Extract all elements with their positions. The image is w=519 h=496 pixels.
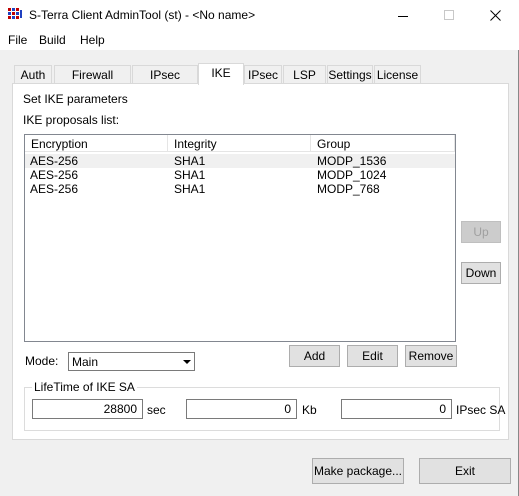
tab-ipsec-rules[interactable]: IPsec Rules xyxy=(132,65,198,96)
menu-bar: File Build Help xyxy=(0,30,519,50)
down-button[interactable]: Down xyxy=(461,262,501,284)
tab-license[interactable]: License xyxy=(374,65,421,84)
menu-help[interactable]: Help xyxy=(80,33,105,47)
ipsec-sa-unit-label: IPsec SA xyxy=(456,403,506,417)
app-logo-icon xyxy=(7,7,23,21)
column-header-integrity[interactable]: Integrity xyxy=(168,135,311,152)
make-package-button[interactable]: Make package... xyxy=(312,458,404,484)
lifetime-group-title: LifeTime of IKE SA xyxy=(32,380,137,394)
lifetime-seconds-field[interactable]: 28800 xyxy=(32,399,143,419)
cell-integrity: SHA1 xyxy=(174,154,206,168)
tab-firewall-rules[interactable]: Firewall Rules xyxy=(54,65,131,96)
proposals-list-label: IKE proposals list: xyxy=(23,113,120,127)
close-button[interactable] xyxy=(472,0,518,30)
cell-encryption: AES-256 xyxy=(30,168,79,182)
tab-ipsec[interactable]: IPsec xyxy=(244,65,282,84)
remove-button[interactable]: Remove xyxy=(405,345,457,367)
list-row[interactable]: AES-256 SHA1 MODP_1536 xyxy=(25,154,455,168)
cell-group: MODP_1536 xyxy=(317,154,387,168)
kilobytes-unit-label: Kb xyxy=(302,403,317,417)
add-button[interactable]: Add xyxy=(289,345,340,367)
close-icon xyxy=(489,9,501,21)
column-header-group[interactable]: Group xyxy=(311,135,455,152)
chevron-down-icon[interactable] xyxy=(178,353,194,370)
cell-integrity: SHA1 xyxy=(174,168,206,182)
mode-select[interactable]: Main xyxy=(68,352,195,371)
exit-button[interactable]: Exit xyxy=(419,458,511,484)
window-title: S-Terra Client AdminTool (st) - <No name… xyxy=(29,8,256,22)
tab-settings[interactable]: Settings xyxy=(327,65,373,84)
lifetime-ipsec-sa-field[interactable]: 0 xyxy=(341,399,452,419)
tab-ike[interactable]: IKE xyxy=(198,63,244,85)
maximize-icon xyxy=(444,10,454,20)
ike-proposals-list[interactable]: Encryption Integrity Group AES-256 SHA1 … xyxy=(24,134,456,342)
list-header: Encryption Integrity Group xyxy=(25,135,455,152)
section-heading: Set IKE parameters xyxy=(23,92,128,106)
cell-encryption: AES-256 xyxy=(30,182,79,196)
cell-group: MODP_1024 xyxy=(317,168,387,182)
app-window: S-Terra Client AdminTool (st) - <No name… xyxy=(0,0,519,496)
edit-button[interactable]: Edit xyxy=(347,345,398,367)
minimize-icon xyxy=(398,15,408,17)
maximize-button[interactable] xyxy=(426,0,472,30)
mode-select-value: Main xyxy=(72,355,99,369)
tab-lsp[interactable]: LSP xyxy=(283,65,326,84)
column-header-encryption[interactable]: Encryption xyxy=(25,135,168,152)
title-bar: S-Terra Client AdminTool (st) - <No name… xyxy=(0,0,519,30)
seconds-unit-label: sec xyxy=(147,403,166,417)
cell-integrity: SHA1 xyxy=(174,182,206,196)
menu-build[interactable]: Build xyxy=(39,33,66,47)
list-row[interactable]: AES-256 SHA1 MODP_1024 xyxy=(25,168,455,182)
up-button[interactable]: Up xyxy=(461,221,501,243)
cell-group: MODP_768 xyxy=(317,182,380,196)
list-row[interactable]: AES-256 SHA1 MODP_768 xyxy=(25,182,455,196)
mode-label: Mode: xyxy=(25,354,59,368)
cell-encryption: AES-256 xyxy=(30,154,79,168)
minimize-button[interactable] xyxy=(380,0,426,30)
tab-auth[interactable]: Auth xyxy=(14,65,52,84)
lifetime-kilobytes-field[interactable]: 0 xyxy=(186,399,297,419)
menu-file[interactable]: File xyxy=(8,33,27,47)
